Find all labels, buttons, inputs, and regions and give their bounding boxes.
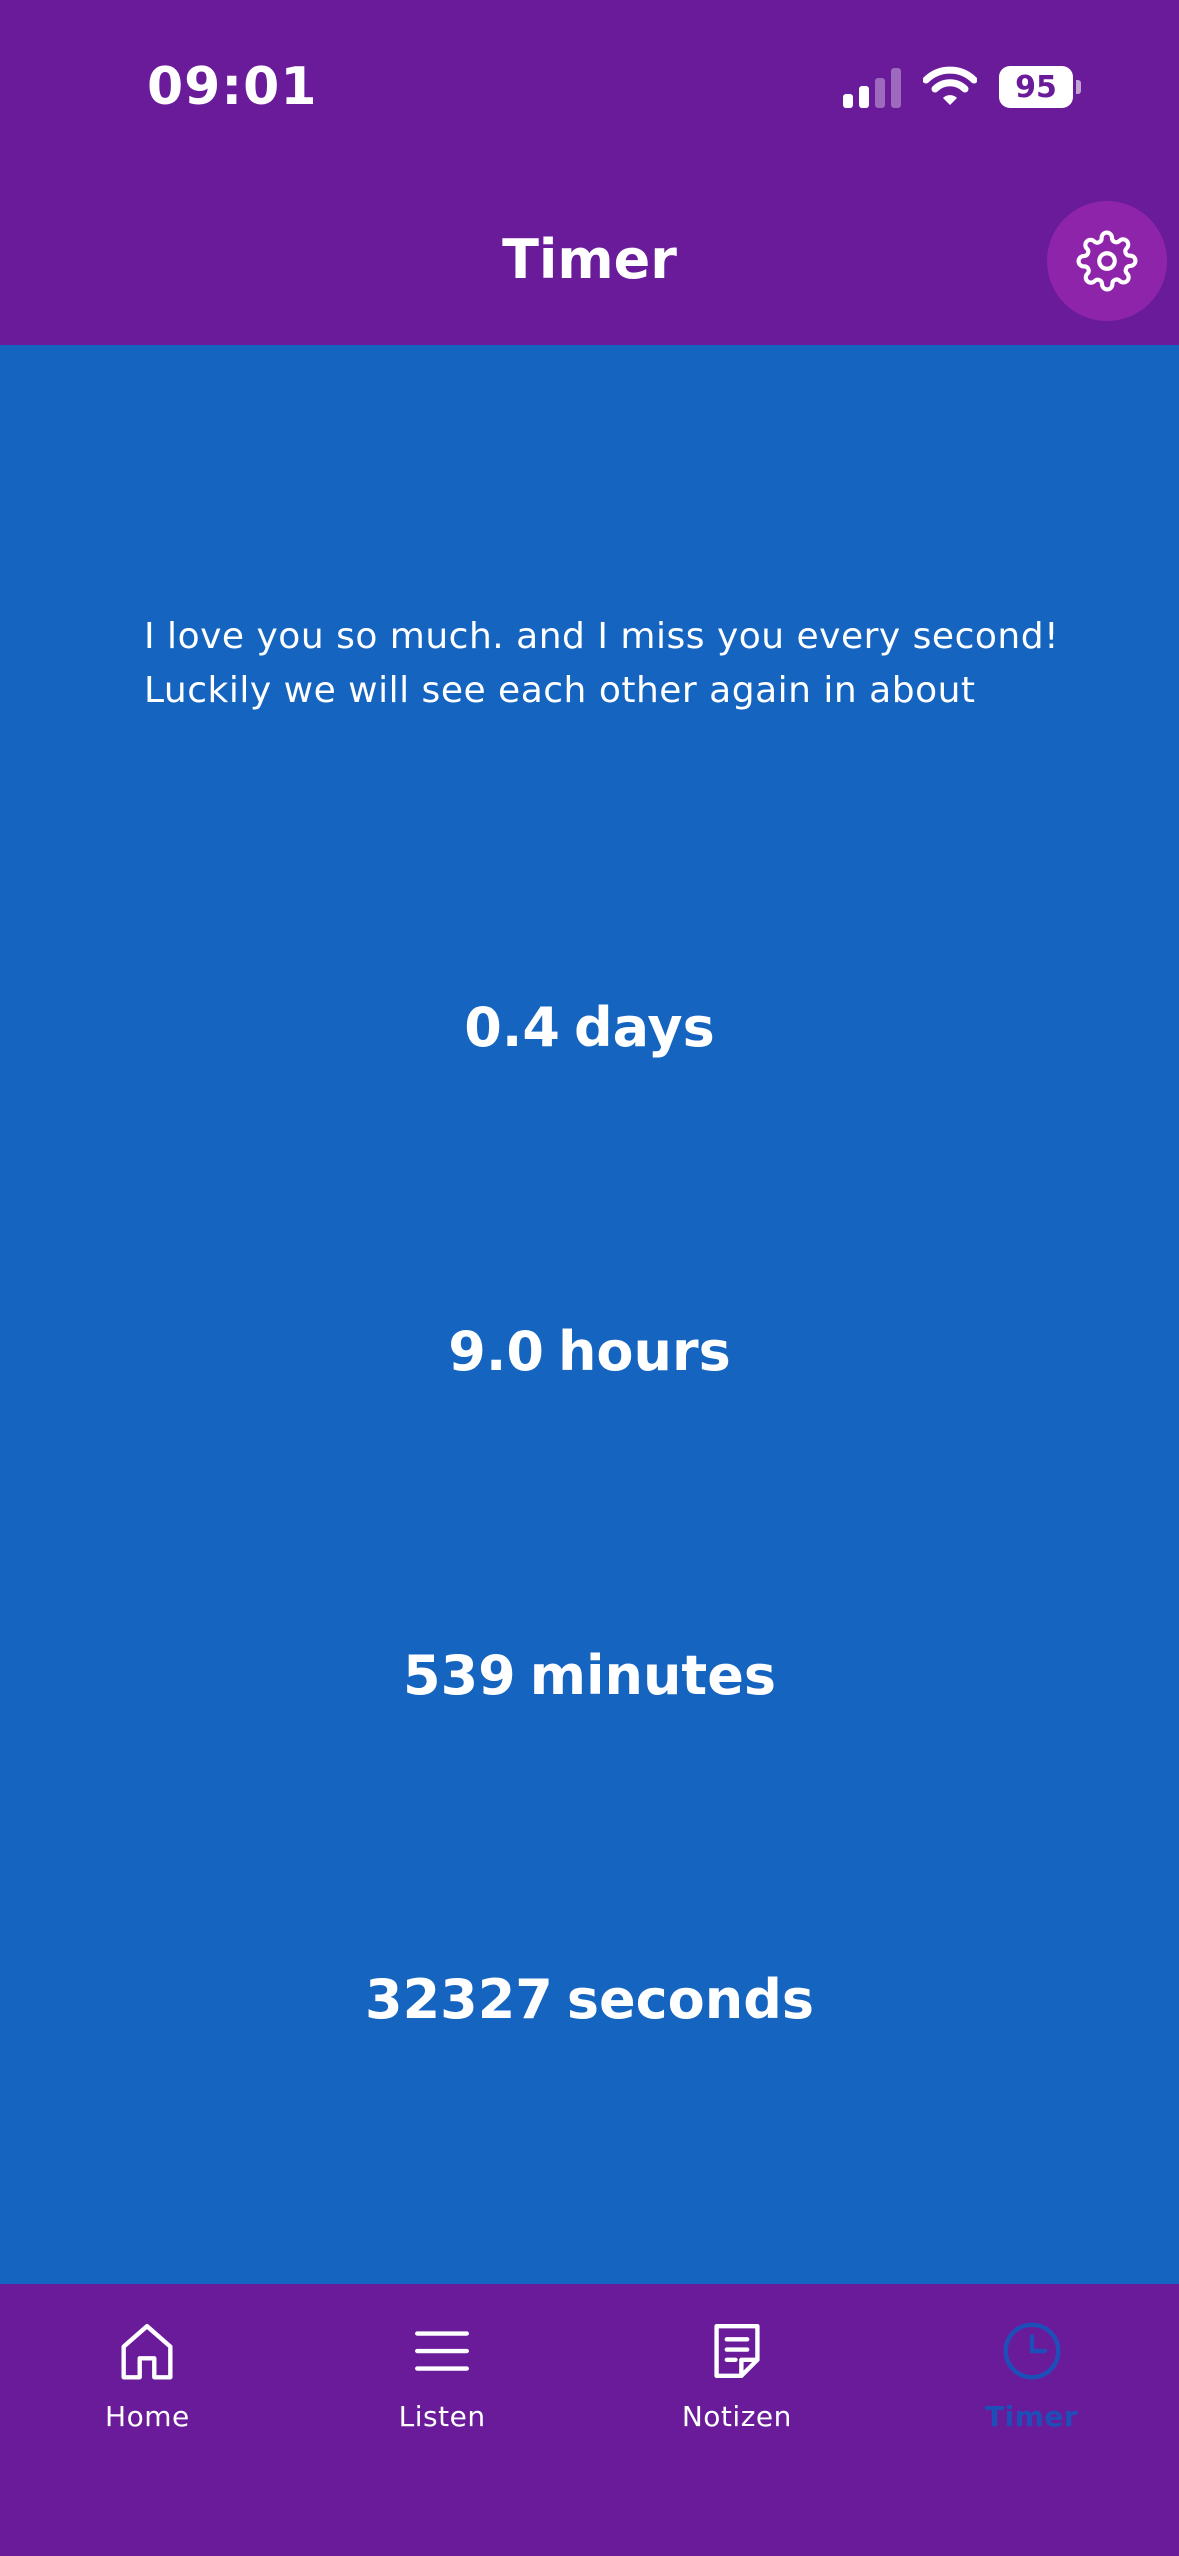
bottom-navigation: Home Listen Notizen Timer bbox=[0, 2284, 1179, 2556]
nav-label-listen: Listen bbox=[398, 2400, 486, 2433]
days-value: 0.4 bbox=[464, 996, 560, 1059]
nav-item-notizen[interactable]: Notizen bbox=[590, 2284, 885, 2464]
days-counter: 0.4 days bbox=[0, 996, 1179, 1059]
nav-label-timer: Timer bbox=[985, 2400, 1079, 2433]
days-unit: days bbox=[573, 996, 715, 1059]
nav-item-listen[interactable]: Listen bbox=[295, 2284, 590, 2464]
list-icon bbox=[415, 2331, 470, 2371]
clock-icon bbox=[1003, 2322, 1061, 2380]
settings-button[interactable] bbox=[1047, 201, 1167, 321]
seconds-value: 32327 bbox=[365, 1968, 553, 2031]
note-icon bbox=[714, 2324, 760, 2378]
nav-item-timer[interactable]: Timer bbox=[884, 2284, 1179, 2464]
status-icons: 95 bbox=[843, 62, 1081, 112]
love-message: I love you so much. and I miss you every… bbox=[144, 610, 1074, 718]
message-line-2: Luckily we will see each other again in … bbox=[144, 670, 976, 711]
minutes-unit: minutes bbox=[529, 1644, 776, 1707]
top-bar: 09:01 95 Timer bbox=[0, 0, 1179, 345]
home-icon bbox=[121, 2324, 173, 2380]
status-time: 09:01 bbox=[147, 57, 318, 117]
hours-counter: 9.0 hours bbox=[0, 1320, 1179, 1383]
wifi-icon bbox=[923, 66, 977, 108]
minutes-value: 539 bbox=[403, 1644, 516, 1707]
message-line-1: I love you so much. and I miss you every… bbox=[144, 616, 1059, 657]
hours-unit: hours bbox=[557, 1320, 731, 1383]
battery-indicator: 95 bbox=[999, 66, 1081, 108]
nav-label-notizen: Notizen bbox=[681, 2400, 792, 2433]
page-title: Timer bbox=[502, 228, 677, 291]
battery-level: 95 bbox=[999, 66, 1073, 108]
battery-tip bbox=[1076, 80, 1081, 94]
nav-label-home: Home bbox=[105, 2400, 190, 2433]
hours-value: 9.0 bbox=[448, 1320, 544, 1383]
gear-icon bbox=[1076, 230, 1138, 292]
nav-item-home[interactable]: Home bbox=[0, 2284, 295, 2464]
seconds-counter: 32327 seconds bbox=[0, 1968, 1179, 2031]
signal-bars-icon bbox=[843, 66, 901, 108]
seconds-unit: seconds bbox=[566, 1968, 814, 2031]
minutes-counter: 539 minutes bbox=[0, 1644, 1179, 1707]
